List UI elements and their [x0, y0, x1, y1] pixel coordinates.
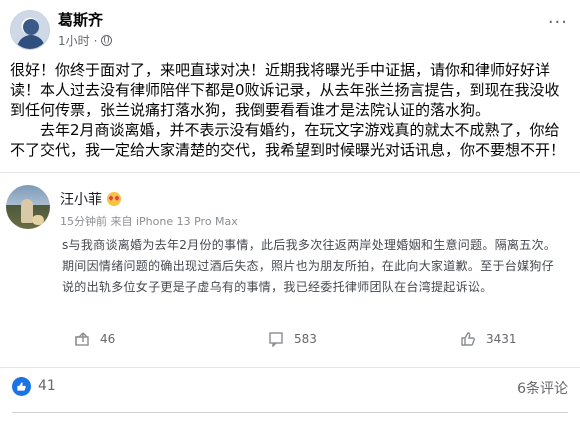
- avatar-dog: [32, 215, 44, 225]
- post-header: 葛斯齐 1小时 ·: [10, 8, 113, 52]
- shared-post-meta: 15分钟前 来自 iPhone 13 Pro Max: [60, 215, 238, 228]
- shared-author-name[interactable]: 汪小菲: [60, 189, 102, 209]
- heart-eyes-emoji-icon: [107, 192, 121, 206]
- post-paragraph-2: 去年2月商谈离婚，并不表示没有婚约，在玩文字游戏真的就太不成熟了，你给不了交代，…: [10, 121, 566, 159]
- post-body: 很好！你终于面对了，来吧直球对决！近期我将曝光手中证据，请你和律师好好详读！本人…: [10, 60, 572, 160]
- separator-dot: ·: [93, 33, 98, 48]
- comment-button[interactable]: 583: [268, 331, 317, 347]
- post-time[interactable]: 1小时: [58, 32, 90, 49]
- repost-count: 46: [100, 332, 116, 346]
- shared-post-card[interactable]: 汪小菲 15分钟前 来自 iPhone 13 Pro Max s与我商谈离婚为去…: [0, 172, 580, 368]
- repost-button[interactable]: 46: [74, 331, 115, 347]
- post-footer: 41 6条评论: [0, 368, 580, 413]
- shared-author-avatar[interactable]: [6, 185, 50, 229]
- reaction-count[interactable]: 41: [38, 378, 56, 394]
- post-paragraph-1: 很好！你终于面对了，来吧直球对决！近期我将曝光手中证据，请你和律师好好详读！本人…: [10, 61, 560, 119]
- avatar-body: [17, 35, 45, 49]
- shared-post-text: s与我商谈离婚为去年2月份的事情，此后我多次往返两岸处理婚姻和生意问题。隔离五次…: [62, 238, 557, 294]
- share-icon: [75, 332, 89, 346]
- more-options-icon[interactable]: ···: [548, 12, 568, 33]
- like-count-embed: 3431: [486, 332, 517, 346]
- avatar-head: [23, 19, 39, 35]
- post-meta: 葛斯齐 1小时 ·: [58, 11, 113, 49]
- thumbs-up-icon: [461, 332, 475, 346]
- author-avatar[interactable]: [10, 10, 50, 50]
- post-time-row: 1小时 ·: [58, 32, 113, 49]
- like-badge-icon[interactable]: [12, 377, 31, 396]
- comment-icon: [269, 332, 283, 347]
- shared-author-row: 汪小菲: [60, 189, 121, 209]
- author-name[interactable]: 葛斯齐: [58, 11, 112, 29]
- like-button[interactable]: 3431: [460, 331, 517, 347]
- globe-icon: [101, 35, 113, 46]
- shared-post-actions: 46 583 3431: [0, 331, 580, 359]
- comment-count: 583: [294, 332, 317, 346]
- footer-divider: [12, 412, 568, 413]
- comments-count-link[interactable]: 6条评论: [517, 378, 568, 398]
